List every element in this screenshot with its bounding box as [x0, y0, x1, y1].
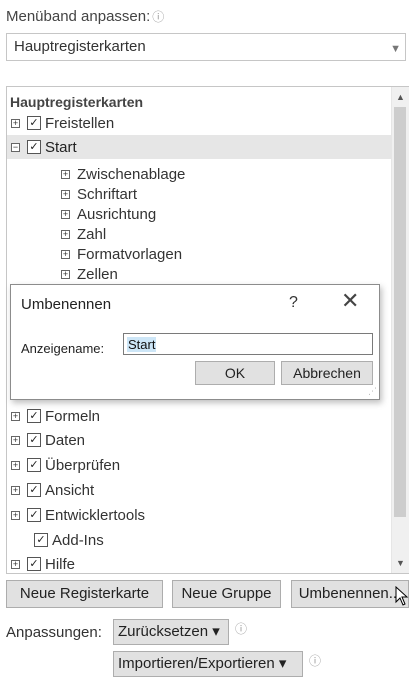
display-name-label: Anzeigename:	[21, 341, 105, 356]
expand-plus-icon[interactable]: +	[11, 511, 20, 520]
checkbox-checked-icon[interactable]: ✓	[27, 433, 41, 447]
tree-child-label: Zwischenablage	[77, 166, 186, 183]
checkbox-checked-icon[interactable]: ✓	[27, 483, 41, 497]
reset-button[interactable]: Zurücksetzen ▾	[113, 619, 229, 645]
tabs-dropdown-value: Hauptregisterkarten	[14, 38, 146, 55]
tree-item-label: Freistellen	[45, 115, 115, 132]
tabs-dropdown[interactable]: Hauptregisterkarten ▼	[6, 33, 406, 61]
expand-plus-icon[interactable]: +	[11, 560, 20, 569]
expand-plus-icon[interactable]: +	[11, 461, 20, 470]
checkbox-checked-icon[interactable]: ✓	[27, 140, 41, 154]
customizations-label: Anpassungen:	[6, 624, 102, 641]
close-icon[interactable]: ✕	[341, 290, 359, 312]
rename-button[interactable]: Umbenennen...	[291, 580, 409, 608]
expand-plus-icon[interactable]: +	[61, 210, 70, 219]
tree-item-entwicklertools[interactable]: + ✓ Entwicklertools	[7, 503, 393, 527]
tree-item-label: Formeln	[45, 408, 101, 425]
expand-plus-icon[interactable]: +	[61, 270, 70, 279]
reset-button-label: Zurücksetzen ▾	[118, 623, 220, 640]
expand-plus-icon[interactable]: +	[11, 436, 20, 445]
checkbox-checked-icon[interactable]: ✓	[27, 458, 41, 472]
tree-scrollbar[interactable]: ▲ ▼	[391, 87, 409, 573]
checkbox-checked-icon[interactable]: ✓	[27, 557, 41, 571]
tree-item-ansicht[interactable]: + ✓ Ansicht	[7, 478, 393, 502]
help-icon[interactable]: ?	[289, 294, 298, 312]
expand-plus-icon[interactable]: +	[61, 250, 70, 259]
info-icon[interactable]: ⓘ	[309, 652, 321, 669]
tree-child-label: Zahl	[77, 226, 107, 243]
dropdown-arrow-icon: ▼	[390, 43, 401, 55]
expand-plus-icon[interactable]: +	[11, 119, 20, 128]
checkbox-checked-icon[interactable]: ✓	[34, 533, 48, 547]
rename-dialog: Umbenennen ? ✕ Anzeigename: Start OK Abb…	[10, 284, 380, 400]
tree-item-freistellen[interactable]: + ✓ Freistellen	[7, 111, 393, 135]
tree-item-label: Start	[45, 139, 77, 156]
checkbox-checked-icon[interactable]: ✓	[27, 508, 41, 522]
tree-item-hilfe[interactable]: + ✓ Hilfe	[7, 552, 393, 573]
new-tab-button[interactable]: Neue Registerkarte	[6, 580, 163, 608]
ok-button[interactable]: OK	[195, 361, 275, 385]
tree-child-label: Formatvorlagen	[77, 246, 183, 263]
expand-plus-icon[interactable]: +	[11, 412, 20, 421]
customize-ribbon-label: Menüband anpassen:	[6, 8, 151, 25]
tree-item-ueberpruefen[interactable]: + ✓ Überprüfen	[7, 453, 393, 477]
mouse-cursor-icon	[395, 586, 409, 606]
scroll-up-arrow-icon[interactable]: ▲	[392, 89, 409, 105]
customize-ribbon-title: Menüband anpassen: ⓘ	[6, 8, 164, 25]
checkbox-checked-icon[interactable]: ✓	[27, 116, 41, 130]
display-name-value: Start	[127, 337, 157, 352]
expand-plus-icon[interactable]: +	[61, 190, 70, 199]
tree-item-label: Überprüfen	[45, 457, 121, 474]
collapse-minus-icon[interactable]: −	[11, 143, 20, 152]
new-group-button[interactable]: Neue Gruppe	[172, 580, 281, 608]
info-icon[interactable]: ⓘ	[152, 10, 164, 24]
expand-plus-icon[interactable]: +	[11, 486, 20, 495]
resize-grip-icon[interactable]: ⋰	[368, 386, 377, 397]
tree-item-label: Add-Ins	[52, 532, 104, 549]
tree-child-label: Zellen	[77, 266, 118, 283]
info-icon[interactable]: ⓘ	[235, 620, 247, 637]
checkbox-checked-icon[interactable]: ✓	[27, 409, 41, 423]
tree-item-label: Hilfe	[45, 556, 76, 573]
tree-child-label: Ausrichtung	[77, 206, 157, 223]
tree-child-label: Schriftart	[77, 186, 138, 203]
tree-header: Hauptregisterkarten	[10, 94, 144, 110]
display-name-input[interactable]: Start	[123, 333, 373, 355]
expand-plus-icon[interactable]: +	[61, 170, 70, 179]
dialog-title: Umbenennen	[21, 296, 112, 313]
tree-item-daten[interactable]: + ✓ Daten	[7, 428, 393, 452]
cancel-button[interactable]: Abbrechen	[281, 361, 373, 385]
tree-item-label: Entwicklertools	[45, 507, 146, 524]
tree-item-label: Daten	[45, 432, 86, 449]
scrollbar-thumb[interactable]	[394, 107, 406, 517]
tree-item-label: Ansicht	[45, 482, 95, 499]
import-export-button[interactable]: Importieren/Exportieren ▾	[113, 651, 303, 677]
tree-item-start[interactable]: − ✓ Start	[7, 135, 393, 159]
import-export-button-label: Importieren/Exportieren ▾	[118, 655, 287, 672]
expand-plus-icon[interactable]: +	[61, 230, 70, 239]
tree-item-formeln[interactable]: + ✓ Formeln	[7, 404, 393, 428]
scroll-down-arrow-icon[interactable]: ▼	[392, 555, 409, 571]
tree-item-add-ins[interactable]: ✓ Add-Ins	[7, 528, 393, 552]
